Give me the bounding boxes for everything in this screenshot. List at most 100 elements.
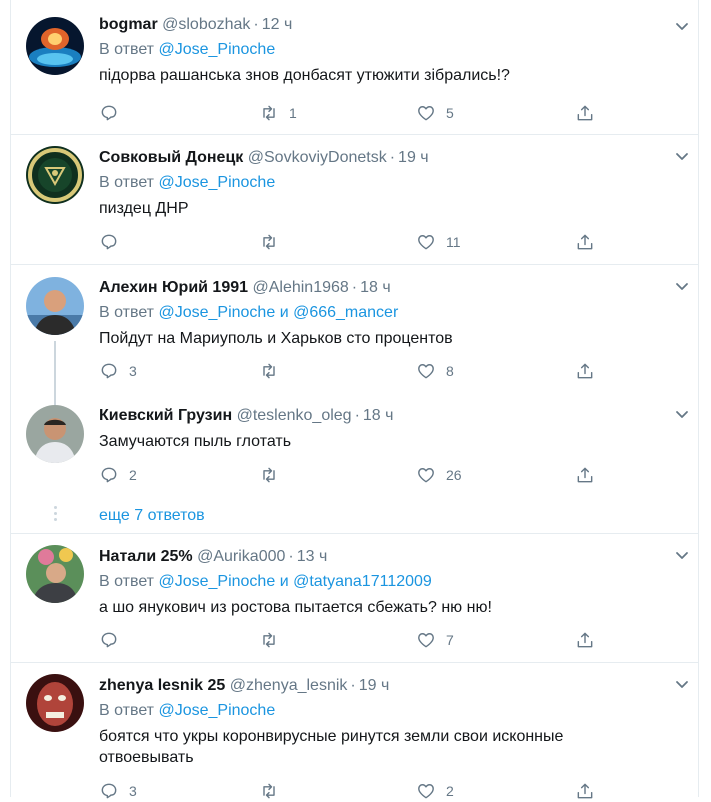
retweet-icon	[263, 783, 275, 799]
like-count: 11	[446, 234, 461, 250]
like-button[interactable]: 5	[416, 102, 454, 124]
reply-button[interactable]	[99, 231, 129, 253]
like-button[interactable]: 11	[416, 231, 461, 253]
retweet-icon	[263, 105, 275, 121]
timestamp[interactable]: 18 ч	[360, 279, 391, 296]
timeline: bogmar @slobozhak · 12 ч В ответ @Jose_Pin…	[10, 0, 699, 799]
user-handle[interactable]: @slobozhak	[162, 16, 250, 33]
mention-link[interactable]: @Jose_Pinoche	[158, 41, 275, 58]
like-button[interactable]: 26	[416, 464, 462, 486]
tweet-header: Алехин Юрий 1991 @Alehin1968 · 18 ч	[99, 278, 682, 298]
share-button[interactable]	[575, 360, 595, 382]
tweet-text: Пойдут на Мариуполь и Харьков сто процен…	[99, 330, 453, 347]
display-name[interactable]: Киевский Грузин	[99, 407, 232, 424]
reply-prefix: В ответ	[99, 304, 155, 321]
reply-button[interactable]: 3	[99, 780, 137, 802]
reply-button[interactable]: 2	[99, 464, 137, 486]
tweet-header: Совковый Донецк @SovkoviyDonetsk · 19 ч	[99, 148, 682, 168]
separator-dot: ·	[350, 677, 356, 694]
separator-dot: ·	[389, 149, 396, 166]
retweet-button[interactable]	[259, 231, 289, 253]
chevron-down-icon[interactable]	[674, 678, 690, 692]
user-handle[interactable]: @SovkoviyDonetsk	[248, 149, 387, 166]
user-handle[interactable]: @zhenya_lesnik	[230, 677, 348, 694]
tweet-teslenko-oleg[interactable]: Киевский Грузин @teslenko_oleg · 18 ч Заму…	[11, 393, 698, 497]
reply-prefix: В ответ	[99, 41, 155, 58]
reply-button[interactable]	[99, 102, 129, 124]
retweet-button[interactable]	[259, 360, 289, 382]
avatar[interactable]	[26, 17, 84, 75]
chevron-down-icon[interactable]	[674, 20, 690, 34]
separator-dot: ·	[288, 548, 294, 565]
reply-icon	[101, 105, 117, 121]
display-name[interactable]: Алехин Юрий 1991	[99, 279, 248, 296]
display-name[interactable]: bogmar	[99, 16, 158, 33]
share-icon	[577, 467, 593, 483]
share-button[interactable]	[575, 780, 595, 802]
tweet-actions: 1 5	[99, 102, 599, 124]
user-handle[interactable]: @Alehin1968	[252, 279, 348, 296]
like-icon	[418, 468, 434, 483]
tweet-text: а шо янукович из ростова пытается сбежат…	[99, 599, 492, 616]
like-button[interactable]: 2	[416, 780, 454, 802]
share-button[interactable]	[575, 231, 595, 253]
reply-and: и	[279, 304, 289, 321]
tweet-actions: 11	[99, 231, 599, 253]
mention-link[interactable]: @666_mancer	[293, 304, 398, 321]
retweet-button[interactable]: 1	[259, 102, 297, 124]
tweet-alehin1968[interactable]: Алехин Юрий 1991 @Alehin1968 · 18 ч В отве…	[11, 265, 698, 393]
user-handle[interactable]: @teslenko_oleg	[237, 407, 352, 424]
avatar[interactable]	[26, 674, 84, 732]
like-count: 7	[446, 632, 454, 648]
reply-button[interactable]: 3	[99, 360, 137, 382]
tweet-aurika000[interactable]: Натали 25% @Aurika000 · 13 ч В ответ @Jose…	[11, 534, 698, 662]
chevron-down-icon[interactable]	[674, 280, 690, 294]
like-button[interactable]: 7	[416, 629, 454, 651]
timestamp[interactable]: 19 ч	[398, 149, 429, 166]
display-name[interactable]: Совковый Донецк	[99, 149, 243, 166]
mention-link[interactable]: @Jose_Pinoche	[158, 573, 275, 590]
like-button[interactable]: 8	[416, 360, 454, 382]
like-icon	[418, 106, 434, 121]
show-more-replies-link[interactable]: еще 7 ответов	[99, 506, 205, 526]
timestamp[interactable]: 18 ч	[363, 407, 394, 424]
chevron-down-icon[interactable]	[674, 408, 690, 422]
share-button[interactable]	[575, 102, 595, 124]
tweet-sovkoviydonetsk[interactable]: Совковый Донецк @SovkoviyDonetsk · 19 ч В …	[11, 135, 698, 264]
tweet-text: пиздец ДНР	[99, 200, 189, 217]
mention-link[interactable]: @Jose_Pinoche	[158, 174, 275, 191]
timestamp[interactable]: 12 ч	[262, 16, 293, 33]
avatar[interactable]	[26, 545, 84, 603]
retweet-button[interactable]	[259, 780, 289, 802]
reply-icon	[101, 632, 117, 648]
chevron-down-icon[interactable]	[674, 150, 690, 164]
avatar[interactable]	[26, 277, 84, 335]
reply-prefix: В ответ	[99, 702, 155, 719]
share-icon	[577, 234, 593, 250]
retweet-button[interactable]	[259, 629, 289, 651]
share-button[interactable]	[575, 629, 595, 651]
avatar[interactable]	[26, 146, 84, 204]
display-name[interactable]: Натали 25%	[99, 548, 193, 565]
chevron-down-icon[interactable]	[674, 549, 690, 563]
reply-prefix: В ответ	[99, 573, 155, 590]
share-icon	[577, 105, 593, 121]
share-button[interactable]	[575, 464, 595, 486]
retweet-button[interactable]	[259, 464, 289, 486]
mention-link[interactable]: @Jose_Pinoche	[158, 702, 275, 719]
timestamp[interactable]: 13 ч	[297, 548, 328, 565]
reply-button[interactable]	[99, 629, 129, 651]
mention-link[interactable]: @Jose_Pinoche	[158, 304, 275, 321]
mention-link[interactable]: @tatyana17112009	[293, 573, 432, 590]
display-name[interactable]: zhenya lesnik 25	[99, 677, 225, 694]
tweet-actions: 3 8	[99, 360, 599, 382]
retweet-count: 1	[289, 105, 297, 121]
tweet-zhenya-lesnik[interactable]: zhenya lesnik 25 @zhenya_lesnik · 19 ч В о…	[11, 663, 698, 799]
tweet-text: боятся что укры коронвирусные ринутся зе…	[99, 728, 564, 766]
tweet-bogmar[interactable]: bogmar @slobozhak · 12 ч В ответ @Jose_Pin…	[11, 0, 698, 134]
reply-icon	[101, 234, 117, 250]
user-handle[interactable]: @Aurika000	[197, 548, 285, 565]
timestamp[interactable]: 19 ч	[359, 677, 390, 694]
thread-connector	[54, 393, 56, 405]
avatar[interactable]	[26, 405, 84, 463]
